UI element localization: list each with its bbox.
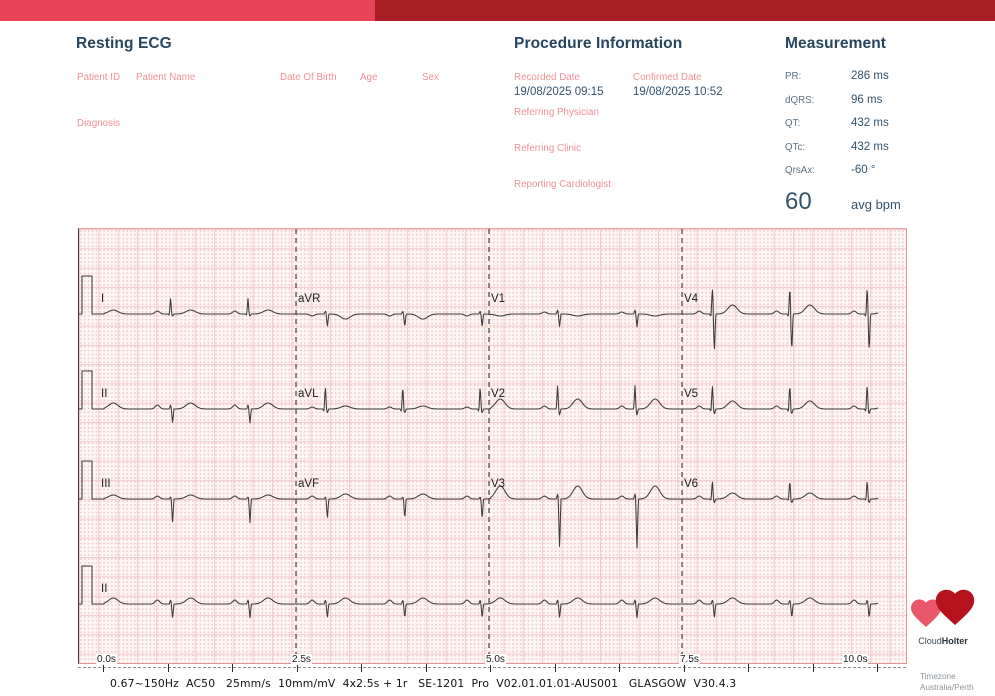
time-label-10s: 10.0s: [842, 654, 869, 665]
heart-icon-dark: [935, 589, 975, 625]
lead-label-V1: V1: [491, 293, 505, 305]
ecg-footer-settings: 0.67~150Hz AC50 25mm/s 10mm/mV 4x2.5s + …: [110, 677, 737, 690]
pr-value: 286 ms: [851, 70, 889, 82]
lead-label-II: II: [101, 388, 107, 400]
pr-label: PR:: [785, 71, 802, 82]
timezone-label: Timezone: [920, 672, 956, 681]
cloudholter-hearts-icon: [911, 589, 975, 628]
qt-label: QT:: [785, 118, 801, 129]
heart-rate-row: 60 avg bpm: [785, 188, 985, 216]
heart-rate-value: 60: [785, 187, 812, 215]
time-axis-tick: [232, 664, 234, 672]
recorded-date-label: Recorded Date: [514, 72, 580, 83]
resting-ecg-report-page: Resting ECG Patient ID Patient Name Date…: [0, 0, 995, 696]
measurement-title: Measurement: [785, 35, 887, 52]
time-label-2-5s: 2.5s: [291, 654, 312, 665]
qrsax-value: -60 °: [851, 164, 876, 176]
measurement-panel: PR: 286 ms dQRS: 96 ms QT: 432 ms QTc: 4…: [785, 70, 985, 216]
time-label-0s: 0.0s: [96, 654, 117, 665]
lead-label-III: III: [101, 478, 111, 490]
measurement-row-qrsax: QrsAx: -60 °: [785, 164, 985, 176]
logo-word-cloud: Cloud: [918, 636, 942, 646]
qt-value: 432 ms: [851, 117, 889, 129]
lead-label-V4: V4: [684, 293, 699, 305]
qtc-label: QTc:: [785, 141, 806, 153]
time-axis-tick: [490, 664, 492, 672]
lead-label-aVR: aVR: [298, 293, 320, 305]
heart-rate-unit: avg bpm: [851, 196, 901, 212]
ecg-trace-row-2: [79, 370, 879, 424]
measurement-row-dqrs: dQRS: 96 ms: [785, 94, 985, 106]
top-color-bar: [0, 0, 995, 21]
measurement-row-qtc: QTc: 432 ms: [785, 141, 985, 153]
measurement-row-qt: QT: 432 ms: [785, 117, 985, 129]
procedure-title: Procedure Information: [514, 35, 683, 52]
confirmed-date-label: Confirmed Date: [633, 72, 702, 83]
time-label-7-5s: 7.5s: [679, 654, 700, 665]
timezone-block: Timezone Australia/Perth: [920, 671, 974, 693]
lead-label-V2: V2: [491, 388, 505, 400]
lead-label-II: II: [101, 583, 107, 595]
dqrs-value: 96 ms: [851, 93, 883, 106]
reporting-cardiologist-label: Reporting Cardiologist: [514, 179, 611, 190]
confirmed-date-value: 19/08/2025 10:52: [633, 86, 723, 98]
ecg-waveform-svg: IaVR V1 V4 II aVL V2 V5 III aVF V3 V6 II: [79, 229, 879, 663]
referring-physician-label: Referring Physician: [514, 107, 599, 118]
time-axis-tick: [683, 664, 685, 672]
time-axis-tick: [877, 664, 879, 672]
lead-label-V3: V3: [491, 478, 505, 490]
time-axis-tick: [167, 664, 169, 672]
time-axis-tick: [748, 664, 750, 672]
logo-word-holter: Holter: [941, 636, 968, 646]
lead-label-I: I: [101, 293, 104, 305]
time-label-5s: 5.0s: [485, 654, 506, 665]
ecg-trace-row-1: [79, 275, 879, 350]
age-label: Age: [360, 72, 378, 83]
ecg-grid: IaVR V1 V4 II aVL V2 V5 III aVF V3 V6 II: [78, 228, 907, 664]
sex-label: Sex: [422, 72, 439, 83]
recorded-date-value: 19/08/2025 09:15: [514, 86, 604, 98]
qtc-value: 432 ms: [851, 140, 889, 153]
referring-clinic-label: Referring Clinic: [514, 143, 581, 154]
time-axis-tick: [619, 664, 621, 672]
date-of-birth-label: Date Of Birth: [280, 72, 337, 83]
ecg-time-axis: [78, 664, 906, 672]
dqrs-label: dQRS:: [785, 94, 815, 106]
ecg-trace-row-3: [79, 460, 879, 549]
report-title: Resting ECG: [76, 35, 172, 52]
time-axis-tick: [812, 664, 814, 672]
timezone-value: Australia/Perth: [920, 683, 974, 692]
time-axis-tick: [554, 664, 556, 672]
diagnosis-label: Diagnosis: [77, 118, 121, 129]
time-axis-tick: [296, 664, 298, 672]
top-bar-light-segment: [0, 0, 375, 21]
time-axis-tick: [425, 664, 427, 672]
time-axis-tick: [103, 664, 105, 672]
logo-wordmark: CloudHolter: [908, 636, 978, 646]
patient-name-label: Patient Name: [136, 72, 196, 83]
qrsax-label: QrsAx:: [785, 165, 815, 176]
lead-label-aVF: aVF: [298, 478, 319, 490]
cloudholter-logo: CloudHolter: [908, 584, 978, 646]
lead-label-aVL: aVL: [298, 388, 319, 400]
top-bar-dark-segment: [375, 0, 995, 21]
time-axis-tick: [361, 664, 363, 672]
patient-id-label: Patient ID: [77, 72, 121, 83]
lead-label-V6: V6: [684, 478, 698, 490]
ecg-trace-row-4: [79, 565, 879, 619]
lead-label-V5: V5: [684, 388, 698, 400]
measurement-row-pr: PR: 286 ms: [785, 70, 985, 82]
